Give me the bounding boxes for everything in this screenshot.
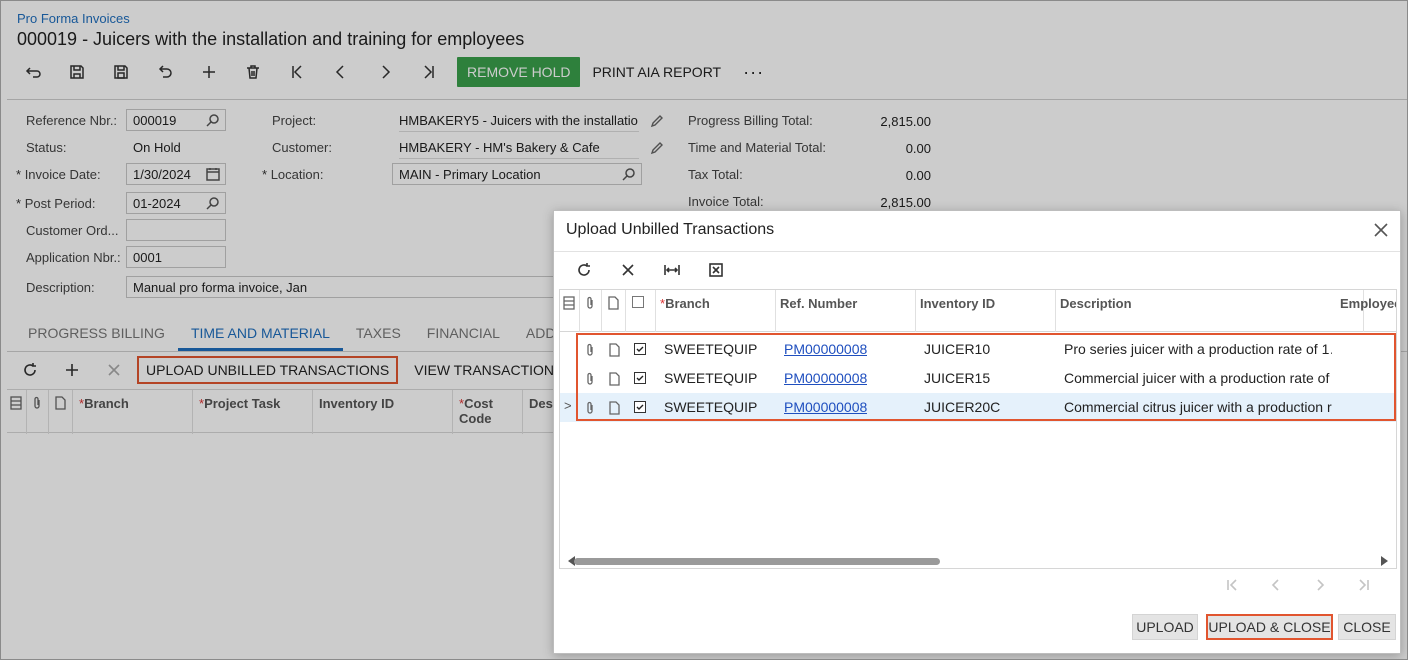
fit-columns-icon[interactable] — [650, 255, 694, 285]
column-branch[interactable]: *Branch — [656, 290, 776, 332]
dialog-toolbar — [562, 256, 738, 284]
dialog-title: Upload Unbilled Transactions — [566, 221, 775, 238]
clear-icon[interactable] — [606, 255, 650, 285]
upload-and-close-button[interactable]: UPLOAD & CLOSE — [1206, 614, 1333, 640]
scroll-right-icon[interactable] — [1381, 556, 1388, 566]
close-button[interactable]: CLOSE — [1338, 614, 1396, 640]
dialog-grid-header: *Branch Ref. Number Inventory ID Descrip… — [560, 290, 1396, 332]
pager — [1210, 573, 1386, 597]
first-page-icon[interactable] — [1210, 573, 1254, 597]
row-selector-chevron-icon[interactable]: > — [564, 398, 572, 413]
refresh-icon[interactable] — [562, 255, 606, 285]
row-settings-icon[interactable] — [560, 290, 580, 332]
attachment-icon — [580, 290, 602, 332]
upload-button[interactable]: UPLOAD — [1132, 614, 1198, 640]
dialog-grid: *Branch Ref. Number Inventory ID Descrip… — [559, 289, 1397, 569]
select-all-checkbox[interactable] — [626, 290, 656, 332]
close-icon[interactable] — [1374, 223, 1388, 237]
column-employee[interactable]: Employee — [1336, 290, 1396, 332]
dialog-divider — [554, 251, 1400, 252]
app-window: Pro Forma Invoices 000019 - Juicers with… — [0, 0, 1408, 660]
scrollbar-thumb[interactable] — [574, 558, 940, 565]
next-page-icon[interactable] — [1298, 573, 1342, 597]
upload-unbilled-dialog: Upload Unbilled Transactions *Branch Ref… — [553, 210, 1401, 654]
column-branch-label: Branch — [665, 296, 710, 311]
previous-page-icon[interactable] — [1254, 573, 1298, 597]
horizontal-scrollbar[interactable] — [562, 555, 1394, 567]
column-description[interactable]: Description — [1056, 290, 1364, 332]
column-ref-number[interactable]: Ref. Number — [776, 290, 916, 332]
export-excel-icon[interactable] — [694, 255, 738, 285]
selected-rows-highlight — [576, 333, 1396, 421]
column-inventory-id[interactable]: Inventory ID — [916, 290, 1056, 332]
note-icon — [602, 290, 626, 332]
last-page-icon[interactable] — [1342, 573, 1386, 597]
